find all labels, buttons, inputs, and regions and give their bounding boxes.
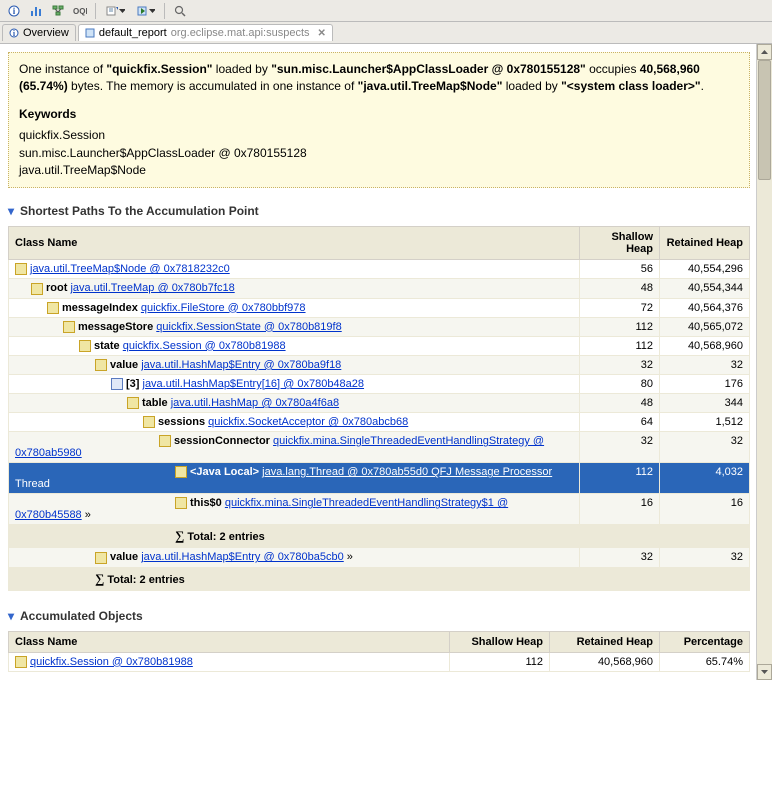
object-icon — [159, 435, 171, 447]
object-icon — [15, 263, 27, 275]
table-row[interactable]: messageStore quickfix.SessionState @ 0x7… — [9, 317, 750, 336]
suspect-description: One instance of "quickfix.Session" loade… — [8, 52, 750, 188]
oql-icon[interactable]: OQL — [70, 2, 90, 20]
object-link[interactable]: quickfix.mina.SingleThreadedEventHandlin… — [15, 435, 544, 459]
object-link[interactable]: java.lang.Thread @ 0x780ab55d0 QFJ Messa… — [262, 466, 552, 478]
object-icon — [47, 302, 59, 314]
histogram-icon[interactable] — [26, 2, 46, 20]
vertical-scrollbar[interactable] — [756, 44, 772, 680]
svg-text:OQL: OQL — [73, 7, 87, 16]
table-row[interactable]: state quickfix.Session @ 0x780b819881124… — [9, 336, 750, 355]
col-class-name[interactable]: Class Name — [9, 631, 450, 652]
table-row[interactable]: java.util.TreeMap$Node @ 0x7818232c05640… — [9, 260, 750, 279]
table-row[interactable]: messageIndex quickfix.FileStore @ 0x780b… — [9, 298, 750, 317]
table-row[interactable]: sessions quickfix.SocketAcceptor @ 0x780… — [9, 413, 750, 432]
section-shortest-paths[interactable]: ▾ Shortest Paths To the Accumulation Poi… — [8, 204, 750, 218]
object-link[interactable]: java.util.HashMap$Entry @ 0x780ba9f18 — [141, 359, 341, 371]
object-icon — [79, 340, 91, 352]
keyword: java.util.TreeMap$Node — [19, 162, 739, 179]
object-icon — [31, 283, 43, 295]
object-link[interactable]: quickfix.SocketAcceptor @ 0x780abcb68 — [208, 416, 408, 428]
object-link[interactable]: java.util.TreeMap @ 0x780b7fc18 — [70, 282, 234, 294]
tab-report[interactable]: default_report org.eclipse.mat.api:suspe… — [78, 24, 333, 41]
main-toolbar: i OQL — [0, 0, 772, 22]
toolbar-separator — [95, 3, 96, 19]
tab-report-detail: org.eclipse.mat.api:suspects — [171, 27, 310, 39]
object-icon — [95, 552, 107, 564]
object-icon — [63, 321, 75, 333]
twisty-open-icon: ▾ — [8, 204, 20, 218]
table-row[interactable]: table java.util.HashMap @ 0x780a4f6a8483… — [9, 394, 750, 413]
object-icon — [175, 497, 187, 509]
shortest-paths-table: Class Name Shallow Heap Retained Heap ja… — [8, 226, 750, 590]
col-class-name[interactable]: Class Name — [9, 227, 580, 260]
table-row[interactable]: ∑ Total: 2 entries — [9, 567, 750, 590]
object-link[interactable]: quickfix.SessionState @ 0x780b819f8 — [156, 321, 341, 333]
tab-report-label: default_report — [99, 27, 167, 39]
col-shallow[interactable]: Shallow Heap — [580, 227, 660, 260]
accumulated-objects-table: Class Name Shallow Heap Retained Heap Pe… — [8, 631, 750, 672]
object-link[interactable]: java.util.HashMap @ 0x780a4f6a8 — [171, 397, 339, 409]
table-row[interactable]: <Java Local> java.lang.Thread @ 0x780ab5… — [9, 463, 750, 494]
object-link[interactable]: quickfix.Session @ 0x780b81988 — [123, 340, 286, 352]
object-link[interactable]: java.util.HashMap$Entry[16] @ 0x780b48a2… — [143, 378, 365, 390]
table-row[interactable]: value java.util.HashMap$Entry @ 0x780ba5… — [9, 548, 750, 567]
object-icon — [111, 378, 123, 390]
object-icon — [15, 656, 27, 668]
col-percentage[interactable]: Percentage — [660, 631, 750, 652]
toolbar-separator — [164, 3, 165, 19]
table-row[interactable]: this$0 quickfix.mina.SingleThreadedEvent… — [9, 494, 750, 525]
table-row[interactable]: ∑ Total: 2 entries — [9, 525, 750, 548]
keyword: quickfix.Session — [19, 127, 739, 144]
run-report-dropdown[interactable] — [101, 2, 129, 20]
col-retained[interactable]: Retained Heap — [660, 227, 750, 260]
info-icon[interactable]: i — [4, 2, 24, 20]
tab-bar: i Overview default_report org.eclipse.ma… — [0, 22, 772, 44]
table-row[interactable]: sessionConnector quickfix.mina.SingleThr… — [9, 432, 750, 463]
dominator-tree-icon[interactable] — [48, 2, 68, 20]
tab-label: Overview — [23, 27, 69, 39]
table-row[interactable]: root java.util.TreeMap @ 0x780b7fc184840… — [9, 279, 750, 298]
table-row[interactable]: quickfix.Session @ 0x780b8198811240,568,… — [9, 652, 750, 671]
scrollbar-thumb[interactable] — [758, 60, 771, 180]
keyword: sun.misc.Launcher$AppClassLoader @ 0x780… — [19, 145, 739, 162]
section-accumulated[interactable]: ▾ Accumulated Objects — [8, 609, 750, 623]
col-shallow[interactable]: Shallow Heap — [450, 631, 550, 652]
scroll-up-icon[interactable] — [757, 44, 772, 60]
twisty-open-icon: ▾ — [8, 609, 20, 623]
object-icon — [95, 359, 107, 371]
tab-overview[interactable]: i Overview — [2, 24, 76, 41]
export-dropdown[interactable] — [131, 2, 159, 20]
object-icon — [143, 416, 155, 428]
table-row[interactable]: value java.util.HashMap$Entry @ 0x780ba9… — [9, 355, 750, 374]
search-icon[interactable] — [170, 2, 190, 20]
object-link[interactable]: java.util.HashMap$Entry @ 0x780ba5cb0 — [141, 551, 344, 563]
table-row[interactable]: [3] java.util.HashMap$Entry[16] @ 0x780b… — [9, 374, 750, 393]
scroll-down-icon[interactable] — [757, 664, 772, 680]
object-link[interactable]: quickfix.FileStore @ 0x780bbf978 — [141, 302, 306, 314]
object-icon — [127, 397, 139, 409]
close-icon[interactable]: ✕ — [318, 28, 326, 39]
object-icon — [175, 466, 187, 478]
object-link[interactable]: quickfix.mina.SingleThreadedEventHandlin… — [15, 497, 508, 521]
object-link[interactable]: quickfix.Session @ 0x780b81988 — [30, 656, 193, 668]
col-retained[interactable]: Retained Heap — [550, 631, 660, 652]
scrollbar-track[interactable] — [757, 60, 772, 664]
object-link[interactable]: java.util.TreeMap$Node @ 0x7818232c0 — [30, 263, 230, 275]
